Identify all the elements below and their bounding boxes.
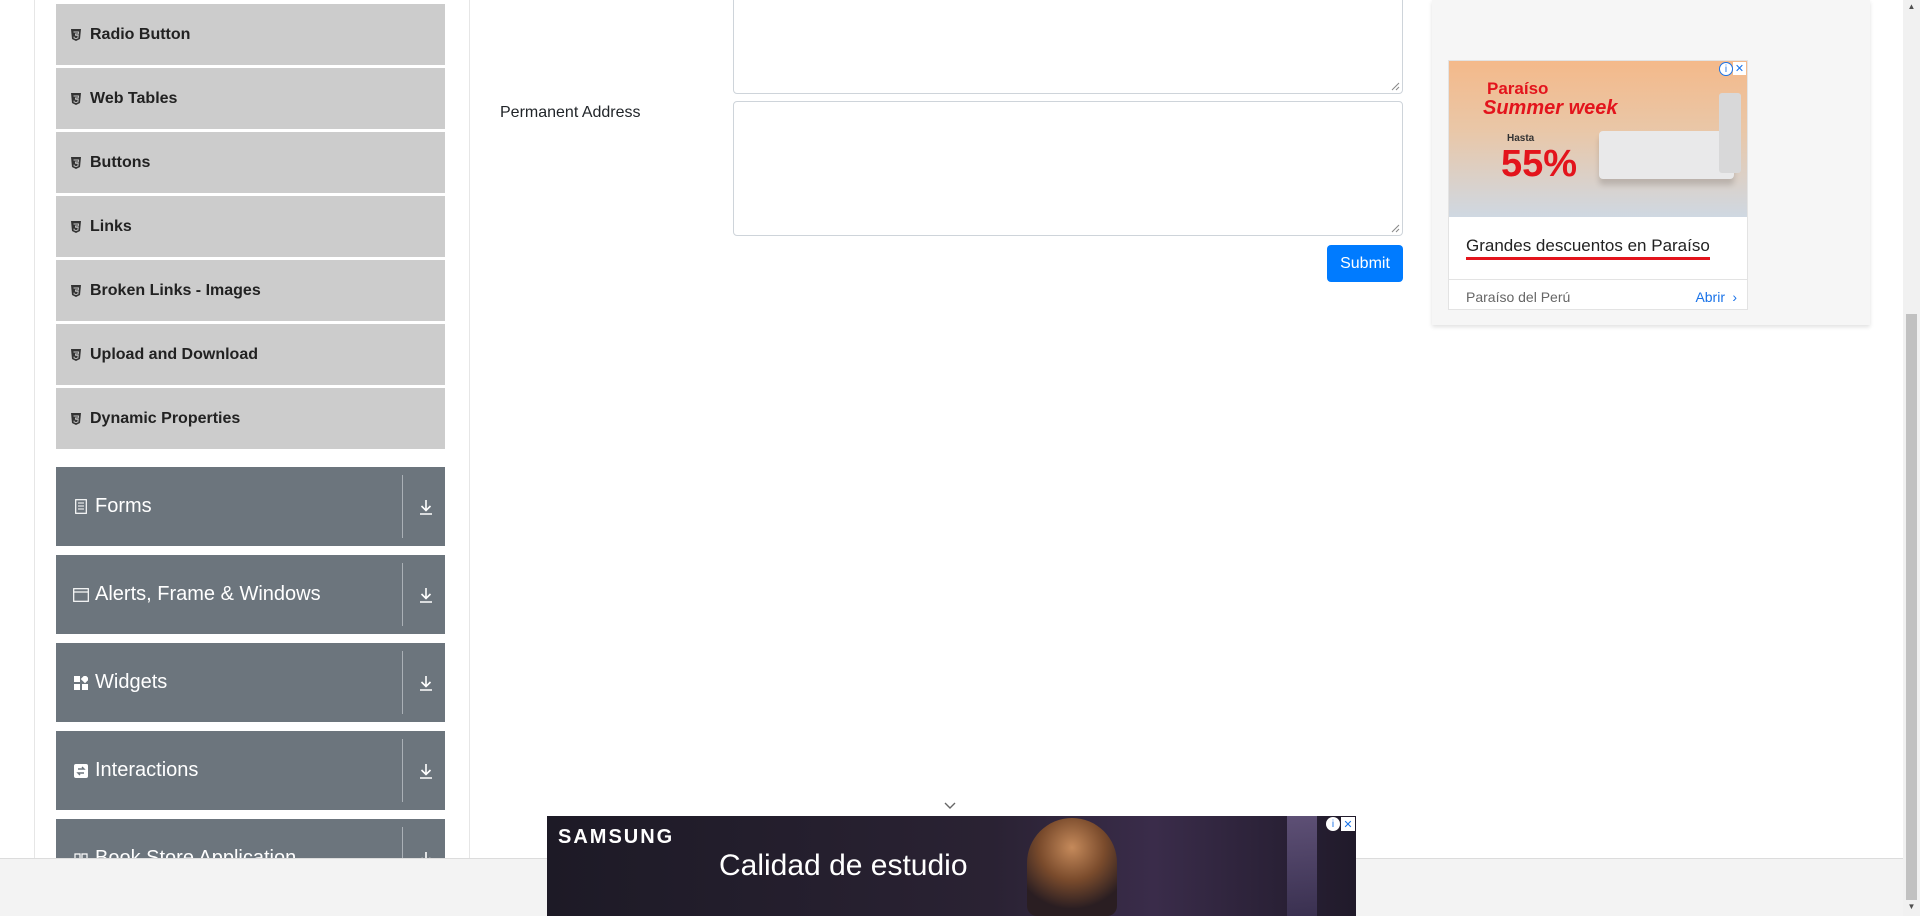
ad-footer: Paraíso del Perú Abrir › bbox=[1449, 279, 1747, 310]
sidebar-item-label: Buttons bbox=[90, 153, 151, 171]
sidebar-group-label: Forms bbox=[95, 495, 152, 517]
divider bbox=[402, 651, 403, 714]
sidebar-item-label: Broken Links - Images bbox=[90, 281, 261, 299]
sidebar-group-widgets[interactable]: Widgets bbox=[56, 643, 445, 722]
resize-grip-icon[interactable] bbox=[1391, 82, 1400, 91]
scroll-up-icon[interactable]: ▲ bbox=[1906, 2, 1917, 12]
download-icon[interactable] bbox=[417, 673, 435, 693]
divider bbox=[402, 563, 403, 626]
banner-person-image bbox=[1027, 818, 1117, 916]
html5-icon bbox=[70, 220, 82, 234]
sidebar-group-forms[interactable]: Forms bbox=[56, 467, 445, 546]
permanent-address-textarea[interactable] bbox=[733, 101, 1403, 236]
divider bbox=[402, 739, 403, 802]
scroll-down-icon[interactable]: ▼ bbox=[1906, 902, 1917, 912]
banner-brand: SAMSUNG bbox=[558, 826, 675, 848]
html5-icon bbox=[70, 92, 82, 106]
window-icon bbox=[73, 587, 89, 603]
submit-button[interactable]: Submit bbox=[1327, 245, 1403, 282]
banner-title: Calidad de estudio bbox=[719, 849, 968, 882]
sidebar-group-label: Interactions bbox=[95, 759, 199, 781]
ad-open-button[interactable]: Abrir bbox=[1695, 289, 1725, 305]
ad-source: Paraíso del Perú bbox=[1466, 289, 1571, 305]
sidebar-item-label: Dynamic Properties bbox=[90, 409, 241, 427]
widgets-icon bbox=[73, 675, 89, 691]
sidebar-item-links[interactable]: Links bbox=[56, 195, 445, 257]
chevron-right-icon[interactable]: › bbox=[1732, 289, 1737, 305]
sidebar-item-label: Web Tables bbox=[90, 89, 178, 107]
banner-light bbox=[1287, 816, 1317, 916]
interactions-icon bbox=[73, 763, 89, 779]
sidebar-right-border bbox=[469, 0, 470, 858]
sidebar-item-buttons[interactable]: Buttons bbox=[56, 131, 445, 193]
ad-percent: 55% bbox=[1501, 143, 1578, 185]
sidebar-item-broken-links[interactable]: Broken Links - Images bbox=[56, 259, 445, 321]
ad-image[interactable]: Paraíso Summer week Hasta 55% i ✕ bbox=[1449, 61, 1747, 217]
page: Radio Button Web Tables Buttons Links Br… bbox=[0, 0, 1920, 916]
scrollbar-thumb[interactable] bbox=[1906, 314, 1917, 900]
ad-headline: Summer week bbox=[1483, 97, 1618, 119]
sidebar-group-alerts[interactable]: Alerts, Frame & Windows bbox=[56, 555, 445, 634]
ad-card[interactable]: Paraíso Summer week Hasta 55% i ✕ Grande… bbox=[1448, 60, 1748, 310]
ad-info-icon[interactable]: i bbox=[1719, 62, 1733, 76]
html5-icon bbox=[70, 348, 82, 362]
permanent-address-label: Permanent Address bbox=[500, 104, 641, 121]
ad-brand: Paraíso bbox=[1487, 79, 1549, 98]
divider bbox=[402, 475, 403, 538]
sidebar-item-label: Radio Button bbox=[90, 25, 191, 43]
sidebar-item-upload-download[interactable]: Upload and Download bbox=[56, 323, 445, 385]
html5-icon bbox=[70, 284, 82, 298]
download-icon[interactable] bbox=[417, 497, 435, 517]
sidebar-item-radio-button[interactable]: Radio Button bbox=[56, 3, 445, 65]
html5-icon bbox=[70, 156, 82, 170]
sidebar-item-label: Links bbox=[90, 217, 132, 235]
bottom-banner-ad[interactable]: SAMSUNG Calidad de estudio i ✕ bbox=[547, 816, 1356, 916]
download-icon[interactable] bbox=[417, 761, 435, 781]
ad-close-icon[interactable]: ✕ bbox=[1733, 62, 1746, 75]
headboard-image bbox=[1719, 93, 1741, 173]
download-icon[interactable] bbox=[417, 585, 435, 605]
ad-close-icon[interactable]: ✕ bbox=[1341, 817, 1355, 831]
sidebar-group-interactions[interactable]: Interactions bbox=[56, 731, 445, 810]
sidebar-left-border bbox=[34, 0, 35, 858]
chevron-down-icon[interactable] bbox=[942, 798, 958, 814]
form-icon bbox=[73, 499, 89, 515]
bed-image bbox=[1599, 131, 1734, 179]
sidebar-item-dynamic-properties[interactable]: Dynamic Properties bbox=[56, 387, 445, 449]
resize-grip-icon[interactable] bbox=[1391, 224, 1400, 233]
html5-icon bbox=[70, 412, 82, 426]
ad-info-icon[interactable]: i bbox=[1326, 817, 1340, 831]
current-address-textarea[interactable] bbox=[733, 0, 1403, 94]
html5-icon bbox=[70, 28, 82, 42]
sidebar-item-web-tables[interactable]: Web Tables bbox=[56, 67, 445, 129]
sidebar-item-label: Upload and Download bbox=[90, 345, 258, 363]
sidebar-group-label: Alerts, Frame & Windows bbox=[95, 583, 321, 605]
ad-link[interactable]: Grandes descuentos en Paraíso bbox=[1466, 236, 1710, 260]
sidebar-group-label: Widgets bbox=[95, 671, 168, 693]
